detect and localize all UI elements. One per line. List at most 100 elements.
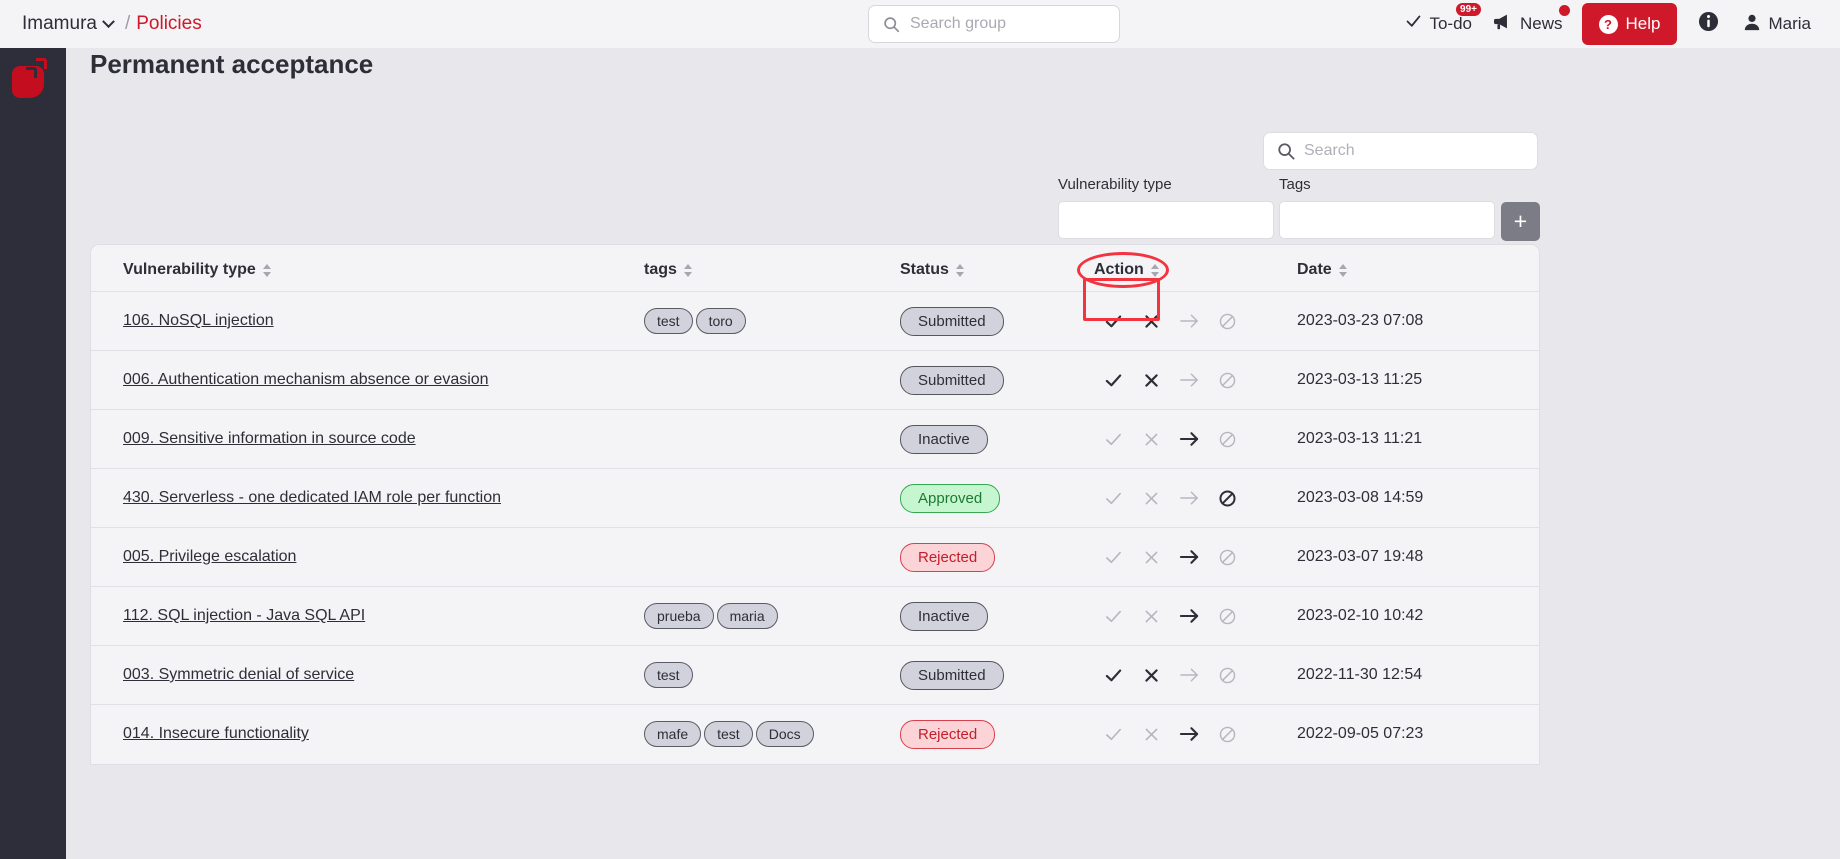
approve-action-button[interactable] <box>1094 365 1132 395</box>
vulnerability-type-link[interactable]: 009. Sensitive information in source cod… <box>123 430 416 447</box>
header-action-label: Action <box>1094 261 1144 278</box>
block-action-button[interactable] <box>1208 483 1246 513</box>
filter-tags-input[interactable] <box>1279 201 1495 239</box>
tag-chip[interactable]: Docs <box>755 721 814 748</box>
header-action[interactable]: Action <box>1077 245 1297 292</box>
reject-action-button[interactable] <box>1132 660 1170 690</box>
action-button-group <box>1094 424 1297 454</box>
reject-action-button[interactable] <box>1132 365 1170 395</box>
tag-chip[interactable]: test <box>644 308 693 334</box>
tag-chip[interactable]: test <box>644 662 693 688</box>
vulnerability-type-link[interactable]: 430. Serverless - one dedicated IAM role… <box>123 489 501 506</box>
forward-action-button[interactable] <box>1170 719 1208 749</box>
check-icon <box>1104 430 1123 449</box>
approve-action-button <box>1094 542 1132 572</box>
filter-vulnerability-type-input[interactable] <box>1058 201 1274 239</box>
nav-user[interactable]: Maria <box>1732 0 1822 48</box>
table-row: 014. Insecure functionality mafe test Docs R… <box>91 704 1539 764</box>
filter-vulnerability-type: Vulnerability type <box>1058 176 1274 239</box>
reject-action-button[interactable] <box>1132 306 1170 336</box>
status-badge: Inactive <box>900 601 988 631</box>
forward-action-button[interactable] <box>1170 601 1208 631</box>
sort-icon[interactable] <box>955 263 965 278</box>
action-button-group <box>1094 365 1297 395</box>
vulnerability-type-link[interactable]: 006. Authentication mechanism absence or… <box>123 371 489 388</box>
vulnerability-type-link[interactable]: 005. Privilege escalation <box>123 548 296 565</box>
cell-actions <box>1094 645 1297 705</box>
tag-chip[interactable]: toro <box>695 308 746 334</box>
forward-action-button <box>1170 660 1208 690</box>
filter-bar: Search Vulnerability type Tags + <box>66 80 1840 241</box>
cell-status: Rejected <box>900 527 1094 587</box>
breadcrumb: Imamura / Policies <box>22 13 202 35</box>
add-filter-button[interactable]: + <box>1501 202 1540 241</box>
sort-icon[interactable] <box>1150 263 1160 278</box>
check-icon <box>1104 489 1123 508</box>
action-button-group <box>1094 601 1297 631</box>
table-head: Vulnerability type tags Status Action Da… <box>91 245 1539 292</box>
cell-status: Approved <box>900 468 1094 528</box>
check-icon <box>1104 607 1123 626</box>
app-logo-icon[interactable] <box>12 56 52 98</box>
vulnerability-type-link[interactable]: 014. Insecure functionality <box>123 725 309 742</box>
forward-action-button[interactable] <box>1170 542 1208 572</box>
chevron-down-icon[interactable] <box>102 14 115 28</box>
breadcrumb-org[interactable]: Imamura <box>22 13 97 35</box>
block-action-button <box>1208 424 1246 454</box>
nav-info[interactable] <box>1685 0 1732 48</box>
cell-tags: test toro <box>644 291 900 351</box>
status-badge: Rejected <box>900 719 996 749</box>
nav-news[interactable]: News <box>1483 0 1574 48</box>
breadcrumb-policies[interactable]: Policies <box>136 13 201 35</box>
approve-action-button[interactable] <box>1094 660 1132 690</box>
approve-action-button[interactable] <box>1094 306 1132 336</box>
cell-tags <box>644 409 900 469</box>
tag-chip[interactable]: mafe <box>644 721 702 748</box>
table-search-box[interactable]: Search <box>1263 132 1538 170</box>
cell-vulnerability-type: 430. Serverless - one dedicated IAM role… <box>91 468 644 528</box>
nav-todo[interactable]: To-do 99+ <box>1394 0 1483 48</box>
vulnerability-type-link[interactable]: 106. NoSQL injection <box>123 312 274 329</box>
header-date[interactable]: Date <box>1297 245 1539 292</box>
tag-chip[interactable]: maria <box>716 603 778 629</box>
cell-tags: test <box>644 645 900 705</box>
table-row: 112. SQL injection - Java SQL API prueba m… <box>91 586 1539 646</box>
info-icon <box>1698 11 1719 37</box>
header-status[interactable]: Status <box>900 245 1094 292</box>
reject-action-button <box>1132 542 1170 572</box>
tag-chip[interactable]: prueba <box>644 603 714 629</box>
sidebar <box>0 41 66 859</box>
table-row: 009. Sensitive information in source cod… <box>91 409 1539 469</box>
cell-status: Inactive <box>900 409 1094 469</box>
reject-action-button <box>1132 424 1170 454</box>
group-search-box[interactable]: Search group <box>868 5 1120 43</box>
top-bar: Imamura / Policies Search group To-do 99… <box>0 0 1840 48</box>
block-icon <box>1218 548 1237 567</box>
header-tags[interactable]: tags <box>644 245 900 292</box>
block-action-button <box>1208 365 1246 395</box>
cell-actions <box>1083 278 1297 351</box>
vulnerability-type-link[interactable]: 112. SQL injection - Java SQL API <box>123 607 365 624</box>
sort-icon[interactable] <box>683 263 693 278</box>
cell-tags <box>644 350 900 410</box>
status-badge: Approved <box>900 483 1001 513</box>
header-vulnerability-type[interactable]: Vulnerability type <box>91 245 644 292</box>
block-icon <box>1218 312 1237 331</box>
arrow-right-icon <box>1179 548 1200 566</box>
close-icon <box>1143 549 1160 566</box>
forward-action-button[interactable] <box>1170 424 1208 454</box>
cell-vulnerability-type: 112. SQL injection - Java SQL API <box>91 586 644 646</box>
main-content: Permanent acceptance Search Vulnerabilit… <box>66 41 1840 859</box>
forward-action-button <box>1170 306 1208 336</box>
help-button[interactable]: ? Help <box>1581 3 1678 45</box>
header-vulnerability-type-label: Vulnerability type <box>123 261 256 278</box>
block-icon <box>1218 607 1237 626</box>
nav-user-label: Maria <box>1768 14 1811 33</box>
sort-icon[interactable] <box>262 263 272 278</box>
arrow-right-icon <box>1179 430 1200 448</box>
sort-icon[interactable] <box>1338 263 1348 278</box>
tag-chip[interactable]: test <box>704 721 753 748</box>
vulnerability-type-link[interactable]: 003. Symmetric denial of service <box>123 666 354 683</box>
cell-actions <box>1094 350 1297 410</box>
block-action-button <box>1208 542 1246 572</box>
